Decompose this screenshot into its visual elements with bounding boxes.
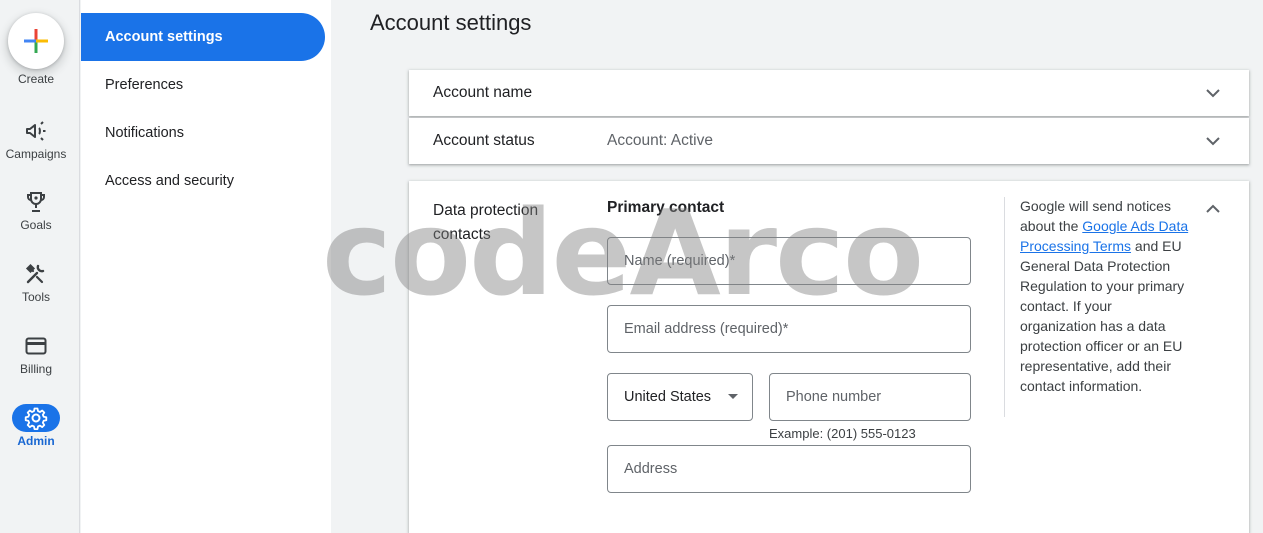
gear-icon (24, 407, 48, 430)
email-input[interactable] (608, 306, 970, 352)
panel-title: Account status (433, 132, 535, 149)
rail-item-goals[interactable]: Goals (0, 190, 72, 250)
phone-input[interactable] (770, 374, 970, 420)
country-select[interactable]: United States (607, 373, 753, 421)
subnav-item-account-settings[interactable]: Account settings (81, 13, 325, 61)
subnav-item-notifications[interactable]: Notifications (81, 109, 325, 157)
divider (1004, 197, 1005, 417)
panel-title: Data protection contacts (433, 202, 539, 243)
rail-item-campaigns[interactable]: Campaigns (0, 119, 72, 179)
name-field[interactable] (607, 237, 971, 285)
data-protection-panel: Data protection contacts Primary contact… (409, 181, 1249, 533)
chevron-down-icon[interactable] (1201, 129, 1225, 153)
rail-item-label: Goals (20, 218, 52, 232)
rail-item-label: Campaigns (5, 147, 67, 161)
chevron-down-icon[interactable] (1201, 81, 1225, 105)
credit-card-icon (25, 337, 47, 355)
rail-item-label: Billing (19, 362, 52, 376)
email-field[interactable] (607, 305, 971, 353)
settings-subnav: Account settings Preferences Notificatio… (81, 0, 331, 533)
phone-field[interactable] (769, 373, 971, 421)
panel-title: Account name (433, 84, 533, 101)
address-field[interactable] (607, 445, 971, 493)
create-label: Create (17, 72, 55, 86)
primary-contact-heading: Primary contact (607, 199, 725, 216)
account-status-value: Account: Active (607, 132, 713, 149)
create-button[interactable] (8, 13, 64, 69)
rail-item-admin[interactable]: Admin (0, 404, 72, 466)
address-input[interactable] (608, 446, 970, 492)
rail-item-label: Admin (17, 434, 55, 448)
dropdown-arrow-icon (728, 394, 738, 399)
account-status-panel[interactable]: Account status Account: Active (409, 118, 1249, 164)
country-value: United States (624, 389, 712, 405)
trophy-icon (27, 192, 45, 212)
rail-item-tools[interactable]: Tools (0, 262, 72, 322)
subnav-item-preferences[interactable]: Preferences (81, 61, 325, 109)
left-rail: Create Campaigns Goals Tools Billing Adm… (0, 0, 80, 533)
chevron-up-icon[interactable] (1201, 197, 1225, 221)
subnav-item-access-and-security[interactable]: Access and security (81, 157, 325, 205)
name-input[interactable] (608, 238, 970, 284)
notice-text: Google will send notices about the Googl… (1020, 196, 1190, 396)
phone-example-hint: Example: (201) 555-0123 (769, 426, 916, 441)
megaphone-icon (26, 121, 46, 141)
tools-icon (25, 263, 45, 284)
rail-item-billing[interactable]: Billing (0, 334, 72, 394)
rail-item-label: Tools (21, 290, 50, 304)
account-name-panel[interactable]: Account name (409, 70, 1249, 116)
page-title: Account settings (370, 10, 532, 35)
plus-icon (24, 29, 48, 53)
notice-text-end: and EU General Data Protection Regulatio… (1020, 238, 1185, 394)
